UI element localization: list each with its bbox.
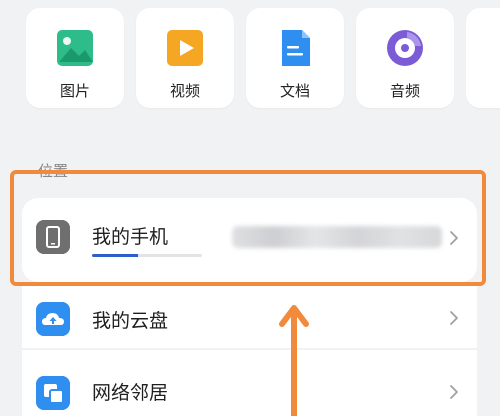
location-my-phone[interactable]: 我的手机 [22,198,477,282]
category-images[interactable]: 图片 [26,8,124,108]
chevron-right-icon [450,311,458,325]
file-manager-screen: 图片 视频 文档 音频 位置 我的手机 我的云盘 网络邻居 [0,0,500,416]
location-my-cloud-drive[interactable]: 我的云盘 [22,286,477,348]
location-label: 网络邻居 [92,382,169,404]
location-label: 我的云盘 [92,310,169,332]
image-icon [57,30,93,66]
phone-icon [36,220,70,254]
category-audio[interactable]: 音频 [356,8,454,108]
category-label: 文档 [279,82,310,100]
storage-usage-bar [92,254,202,257]
category-label: 视频 [169,82,200,100]
cloud-drive-icon [36,302,70,336]
section-title: 位置 [38,162,69,180]
category-documents[interactable]: 文档 [246,8,344,108]
category-videos[interactable]: 视频 [136,8,234,108]
category-more-partial[interactable] [466,8,500,108]
location-label: 我的手机 [92,226,169,248]
document-icon [282,30,310,66]
category-label: 图片 [59,82,90,100]
audio-icon [387,30,423,66]
annotation-arrow-up-icon [279,305,309,416]
video-icon [167,30,203,66]
storage-usage-fill [92,254,139,257]
network-neighbor-icon [36,376,70,410]
chevron-right-icon [450,385,458,399]
category-row: 图片 视频 文档 音频 [0,8,500,112]
category-label: 音频 [389,82,420,100]
chevron-right-icon [450,231,458,245]
storage-info-blurred [232,226,442,248]
location-network-neighbors[interactable]: 网络邻居 [22,350,477,416]
